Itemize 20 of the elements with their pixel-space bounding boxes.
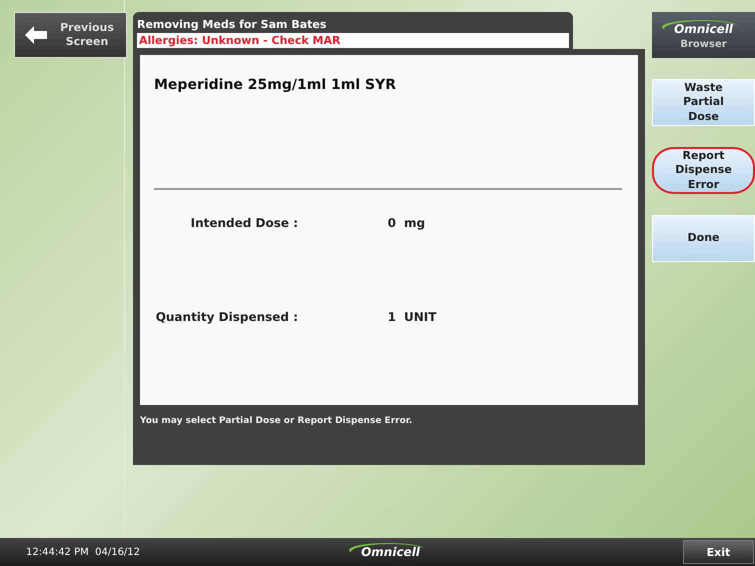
field-unit: mg: [404, 216, 426, 230]
field-label: Quantity Dispensed :: [154, 310, 298, 324]
exit-button[interactable]: Exit: [683, 540, 754, 564]
allergies-warning: Allergies: Unknown - Check MAR: [137, 33, 569, 48]
field-value: 0: [386, 216, 397, 230]
back-arrow-icon: [25, 26, 47, 44]
date-time: 12:44:42 PM 04/16/12: [26, 546, 142, 558]
action-button[interactable]: Done: [652, 215, 755, 262]
previous-screen-button[interactable]: Previous Screen: [14, 12, 127, 58]
action-button[interactable]: Report Dispense Error: [652, 147, 755, 194]
action-button[interactable]: Waste Partial Dose: [652, 79, 755, 126]
medication-name: Meperidine 25mg/1ml 1ml SYR: [153, 77, 398, 95]
instruction-message: You may select Partial Dose or Report Dispense Error.: [140, 416, 414, 426]
footer-logo: Omnicell: [351, 544, 430, 560]
field-unit: UNIT: [404, 310, 438, 324]
header-title: Removing Meds for Sam Bates: [137, 18, 328, 31]
brand-logo: Omnicell: [664, 20, 743, 36]
field-value: 1: [386, 310, 397, 324]
brand-subtitle: Browser: [680, 38, 727, 50]
field-label: Intended Dose :: [190, 216, 298, 230]
